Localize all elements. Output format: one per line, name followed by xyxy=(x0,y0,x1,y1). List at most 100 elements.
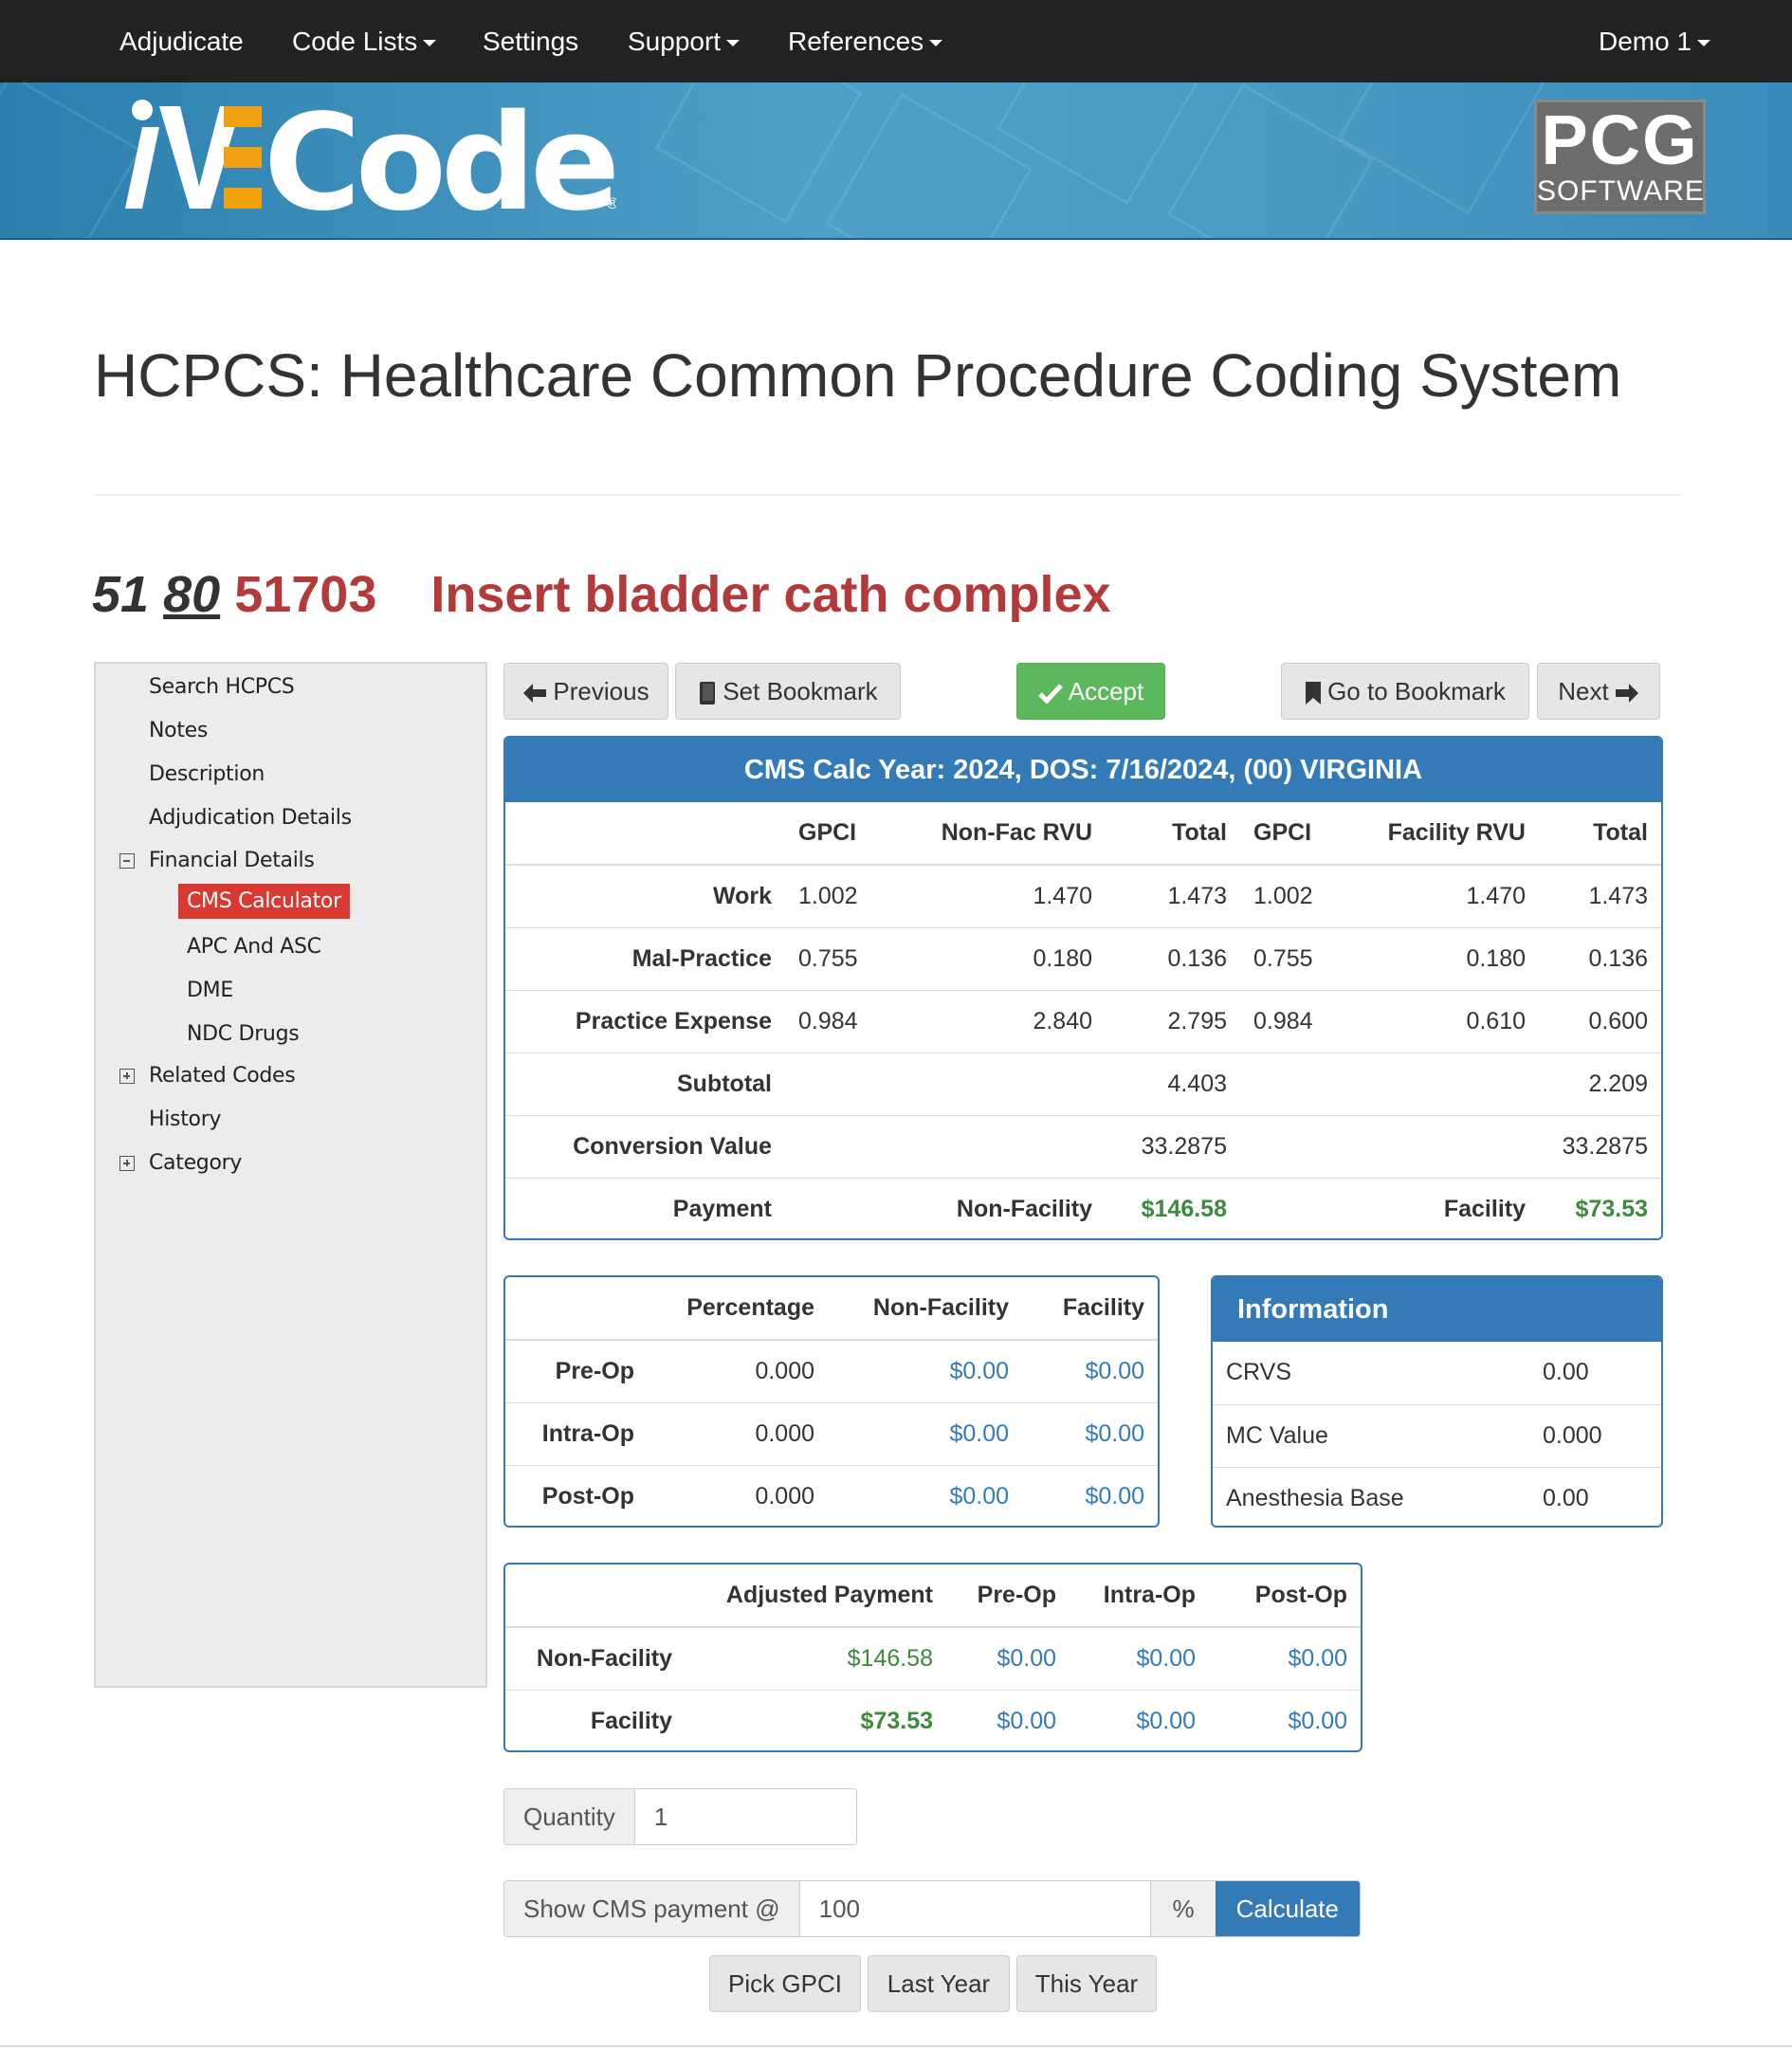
table-cell: $0.00 xyxy=(1209,1626,1361,1690)
table-header: Percentage xyxy=(648,1277,828,1341)
code-number: 51703 xyxy=(234,566,377,623)
table-cell: 0.984 xyxy=(785,989,889,1052)
pick-gpci-button[interactable]: Pick GPCI xyxy=(709,1955,861,2012)
code-subsection-link[interactable]: 80 xyxy=(163,566,220,623)
table-cell: 2.795 xyxy=(1106,989,1240,1052)
last-year-button[interactable]: Last Year xyxy=(868,1955,1010,2012)
go-to-bookmark-button[interactable]: Go to Bookmark xyxy=(1281,663,1529,720)
nav-settings[interactable]: Settings xyxy=(483,0,578,82)
page-title: HCPCS: Healthcare Common Procedure Codin… xyxy=(94,341,1622,410)
table-header: Post-Op xyxy=(1209,1565,1361,1628)
table-cell: $0.00 xyxy=(1022,1401,1158,1465)
next-button[interactable]: Next xyxy=(1537,663,1660,720)
table-cell: 0.984 xyxy=(1240,989,1344,1052)
vendor-logo: PCG SOFTWARE xyxy=(1534,100,1706,214)
nav-user-label: Demo 1 xyxy=(1599,27,1692,56)
this-year-button[interactable]: This Year xyxy=(1016,1955,1157,2012)
table-cell xyxy=(1240,1177,1344,1238)
nav-user-menu[interactable]: Demo 1 xyxy=(1599,0,1711,82)
sidebar-item-cms-calculator[interactable]: CMS Calculator xyxy=(178,884,350,919)
hex-decoration xyxy=(996,82,1204,206)
table-cell xyxy=(1344,1114,1539,1178)
vendor-logo-top: PCG xyxy=(1541,101,1699,179)
table-cell xyxy=(1240,1114,1344,1178)
nav-references[interactable]: References xyxy=(788,0,943,82)
row-label: Post-Op xyxy=(505,1464,648,1526)
top-navbar: Adjudicate Code Lists Settings Support R… xyxy=(0,0,1792,82)
caret-down-icon xyxy=(423,40,437,47)
expand-icon[interactable] xyxy=(119,1156,135,1171)
sidebar-item-related-codes[interactable]: Related Codes xyxy=(149,1064,296,1088)
accept-button[interactable]: Accept xyxy=(1016,663,1165,720)
previous-button[interactable]: Previous xyxy=(503,663,668,720)
nav-support[interactable]: Support xyxy=(628,0,741,82)
table-cell xyxy=(785,1114,889,1178)
table-header: GPCI xyxy=(1240,802,1344,866)
table-row: Work 1.002 1.470 1.473 1.002 1.470 1.473 xyxy=(505,864,1661,927)
arrow-left-icon xyxy=(523,684,547,704)
set-bookmark-button[interactable]: Set Bookmark xyxy=(675,663,901,720)
arrow-right-icon xyxy=(1615,684,1638,704)
table-cell: $0.00 xyxy=(1209,1689,1361,1750)
nav-adjudicate[interactable]: Adjudicate xyxy=(119,0,244,82)
table-cell: 0.755 xyxy=(1240,926,1344,990)
table-cell xyxy=(1344,1052,1539,1115)
table-cell: 1.002 xyxy=(1240,864,1344,927)
adjusted-payment-table: Adjusted Payment Pre-Op Intra-Op Post-Op… xyxy=(505,1565,1361,1750)
table-cell: 0.755 xyxy=(785,926,889,990)
show-cms-payment-label: Show CMS payment @ xyxy=(504,1881,800,1936)
information-heading: Information xyxy=(1213,1277,1661,1342)
table-cell: $0.00 xyxy=(946,1626,1070,1690)
code-section: 51 xyxy=(92,566,150,623)
table-cell: 0.000 xyxy=(1529,1403,1661,1467)
caret-down-icon xyxy=(1697,40,1711,47)
expand-icon[interactable] xyxy=(119,1069,135,1084)
row-label: Payment xyxy=(505,1177,785,1238)
table-row: CRVS 0.00 xyxy=(1213,1342,1661,1404)
periop-table: Percentage Non-Facility Facility Pre-Op … xyxy=(505,1277,1158,1526)
sidebar-item-ndc-drugs[interactable]: NDC Drugs xyxy=(187,1022,300,1046)
table-cell: 2.840 xyxy=(889,989,1106,1052)
information-panel: Information CRVS 0.00 MC Value 0.000 Ane… xyxy=(1211,1275,1663,1528)
table-cell xyxy=(1240,1052,1344,1115)
table-header-row: Adjusted Payment Pre-Op Intra-Op Post-Op xyxy=(505,1565,1361,1628)
percent-input[interactable]: 100 xyxy=(799,1881,1152,1936)
table-cell: $73.53 xyxy=(686,1689,946,1750)
caret-down-icon xyxy=(929,40,943,47)
nav-references-label: References xyxy=(788,27,924,56)
sidebar-item-financial-details[interactable]: Financial Details xyxy=(149,849,315,872)
row-label: Non-Facility xyxy=(505,1626,686,1690)
sidebar: Search HCPCS Notes Description Adjudicat… xyxy=(94,662,487,1688)
sidebar-item-search-hcpcs[interactable]: Search HCPCS xyxy=(149,675,295,699)
table-cell: 0.000 xyxy=(648,1464,828,1526)
sidebar-item-apc-and-asc[interactable]: APC And ASC xyxy=(187,935,321,959)
nav-code-lists[interactable]: Code Lists xyxy=(292,0,437,82)
nav-support-label: Support xyxy=(628,27,722,56)
sidebar-item-history[interactable]: History xyxy=(149,1107,221,1131)
table-cell: 1.470 xyxy=(889,864,1106,927)
quantity-input[interactable]: 1 xyxy=(634,1789,856,1844)
sidebar-item-notes[interactable]: Notes xyxy=(149,719,208,742)
table-cell: MC Value xyxy=(1213,1403,1529,1467)
table-header: Non-Fac RVU xyxy=(889,802,1106,866)
collapse-icon[interactable] xyxy=(119,853,135,869)
table-cell: 0.600 xyxy=(1539,989,1661,1052)
table-cell: $0.00 xyxy=(946,1689,1070,1750)
table-cell: 0.00 xyxy=(1543,1359,1589,1386)
hex-decoration xyxy=(654,82,863,225)
sidebar-item-dme[interactable]: DME xyxy=(187,979,233,1002)
table-cell: Facility xyxy=(1344,1177,1539,1238)
row-label: Conversion Value xyxy=(505,1114,785,1178)
sidebar-item-adjudication-details[interactable]: Adjudication Details xyxy=(149,806,352,830)
app-logo[interactable]: Coder ® xyxy=(104,86,686,241)
vendor-logo-bottom: SOFTWARE xyxy=(1537,175,1705,207)
table-cell: 0.00 xyxy=(1529,1466,1661,1526)
sidebar-item-category[interactable]: Category xyxy=(149,1151,242,1175)
table-cell xyxy=(785,1177,889,1238)
row-label: Intra-Op xyxy=(505,1401,648,1465)
sidebar-item-description[interactable]: Description xyxy=(149,762,265,786)
calculate-button[interactable]: Calculate xyxy=(1215,1881,1360,1936)
facility-payment: $73.53 xyxy=(1539,1177,1661,1238)
table-cell: Anesthesia Base xyxy=(1213,1466,1529,1526)
table-cell: CRVS xyxy=(1226,1359,1292,1386)
